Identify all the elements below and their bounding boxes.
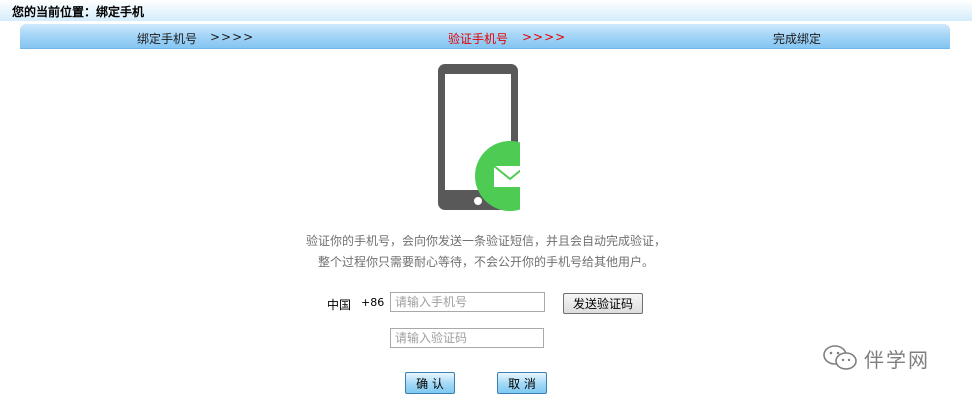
- hint-line-1: 验证你的手机号，会向你发送一条验证短信，并且会自动完成验证，: [305, 234, 666, 248]
- watermark-text: 伴学网: [864, 347, 930, 372]
- country-code: +86: [361, 296, 385, 309]
- cancel-button[interactable]: 取 消: [497, 372, 547, 394]
- phone-number-input[interactable]: [390, 292, 545, 312]
- country-label: 中国: [327, 298, 352, 312]
- send-code-button[interactable]: 发送验证码: [563, 293, 643, 314]
- location-bar: 您的当前位置：绑定手机: [0, 0, 972, 21]
- step-bind-phone: 绑定手机号: [137, 32, 198, 46]
- phone-icon: [438, 64, 520, 211]
- step-progress-bar: 绑定手机号 >>>> 验证手机号 >>>> 完成绑定: [20, 24, 950, 49]
- confirm-button[interactable]: 确 认: [405, 372, 455, 394]
- step-complete-binding: 完成绑定: [773, 32, 822, 46]
- wechat-icon: [823, 345, 857, 370]
- hint-line-2: 整个过程你只需要耐心等待，不会公开你的手机号给其他用户。: [317, 255, 654, 269]
- verification-code-input[interactable]: [390, 328, 544, 348]
- step-arrows-2: >>>>: [522, 30, 567, 44]
- step-verify-phone: 验证手机号: [448, 32, 509, 46]
- breadcrumb: 您的当前位置：绑定手机: [12, 5, 145, 19]
- watermark: 伴学网: [822, 343, 930, 373]
- step-arrows-1: >>>>: [210, 30, 255, 44]
